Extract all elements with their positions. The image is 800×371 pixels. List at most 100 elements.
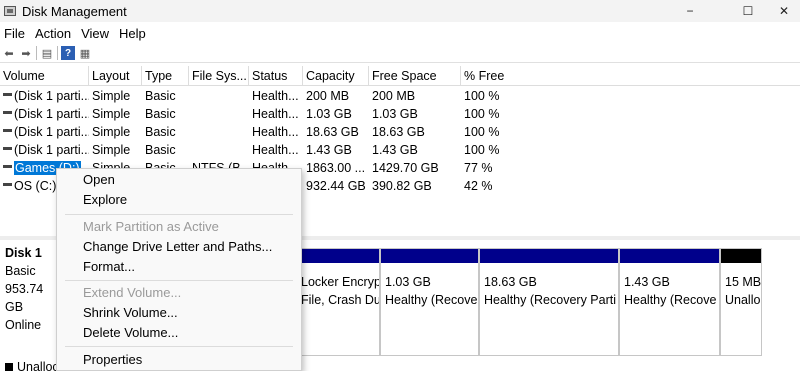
layout-cell: Simple xyxy=(92,143,131,157)
volume-name: (Disk 1 parti... xyxy=(14,125,89,139)
disk-size: 953.74 GB xyxy=(5,282,44,314)
free-space-cell: 18.63 GB xyxy=(372,125,425,139)
capacity-cell: 18.63 GB xyxy=(306,125,359,139)
menu-item-change-drive-letter[interactable]: Change Drive Letter and Paths... xyxy=(57,237,301,257)
partition-block-unallocated[interactable]: 15 MB Unallo xyxy=(720,248,762,356)
partition-bar xyxy=(381,249,478,263)
free-space-cell: 1429.70 GB xyxy=(372,161,439,175)
menu-view[interactable]: View xyxy=(77,26,115,41)
toolbar-divider xyxy=(57,46,58,60)
filesystem-cell xyxy=(189,87,249,105)
help-icon[interactable]: ? xyxy=(61,46,75,60)
volume-icon xyxy=(3,165,12,169)
unallocated-swatch-icon xyxy=(5,363,13,371)
capacity-cell: 1.43 GB xyxy=(306,143,352,157)
type-cell: Basic xyxy=(145,107,176,121)
filesystem-cell xyxy=(189,105,249,123)
column-header-layout[interactable]: Layout xyxy=(89,66,142,86)
menu-item-extend-volume: Extend Volume... xyxy=(83,285,182,300)
properties-icon[interactable]: ▦ xyxy=(78,46,92,60)
menu-file[interactable]: File xyxy=(0,26,31,41)
partition-bar xyxy=(297,249,379,263)
menu-item-properties[interactable]: Properties xyxy=(57,350,301,370)
filesystem-cell xyxy=(189,141,249,159)
partition-block[interactable]: 18.63 GB Healthy (Recovery Parti xyxy=(479,248,619,356)
table-row[interactable]: (Disk 1 parti... Simple Basic Health... … xyxy=(0,105,800,123)
menu-separator xyxy=(65,280,293,281)
volume-icon xyxy=(3,93,12,97)
volume-name: (Disk 1 parti... xyxy=(14,143,89,157)
volume-name: (Disk 1 parti... xyxy=(14,89,89,103)
capacity-cell: 1.03 GB xyxy=(306,107,352,121)
type-cell: Basic xyxy=(145,125,176,139)
menu-separator xyxy=(65,346,293,347)
layout-cell: Simple xyxy=(92,89,131,103)
volume-name: OS (C:) xyxy=(14,179,57,193)
table-row[interactable]: (Disk 1 parti... Simple Basic Health... … xyxy=(0,87,800,105)
partition-block[interactable]: 1.03 GB Healthy (Recove xyxy=(380,248,479,356)
column-header-volume[interactable]: Volume xyxy=(0,66,89,86)
partition-bar xyxy=(620,249,719,263)
free-space-cell: 1.03 GB xyxy=(372,107,418,121)
layout-cell: Simple xyxy=(92,107,131,121)
free-space-cell: 1.43 GB xyxy=(372,143,418,157)
column-header-pct-free[interactable]: % Free xyxy=(461,66,800,86)
partition-status: Healthy (Recove xyxy=(385,293,478,307)
capacity-cell: 932.44 GB xyxy=(306,179,366,193)
console-tree-icon[interactable]: ▤ xyxy=(40,46,54,60)
status-cell: Health... xyxy=(252,125,299,139)
free-space-cell: 200 MB xyxy=(372,89,416,103)
partition-size: 18.63 GB xyxy=(484,275,537,289)
volume-icon xyxy=(3,111,12,115)
menu-action[interactable]: Action xyxy=(31,26,77,41)
capacity-cell: 1863.00 ... xyxy=(306,161,366,175)
back-arrow-icon[interactable]: ⬅ xyxy=(2,46,16,60)
menu-item-format[interactable]: Format... xyxy=(57,257,301,277)
type-cell: Basic xyxy=(145,89,176,103)
partition-size: 15 MB xyxy=(725,275,761,289)
status-cell: Health... xyxy=(252,89,299,103)
toolbar: ⬅ ➡ ▤ ? ▦ xyxy=(0,44,800,63)
partition-block[interactable]: Locker Encryp File, Crash Du xyxy=(296,248,380,356)
column-header-capacity[interactable]: Capacity xyxy=(303,66,369,86)
column-header-filesystem[interactable]: File Sys... xyxy=(189,66,249,86)
toolbar-divider xyxy=(36,46,37,60)
disk-info[interactable]: Disk 1 Basic 953.74 GB Online xyxy=(0,244,62,354)
pct-free-cell: 100 % xyxy=(464,143,500,157)
layout-cell: Simple xyxy=(92,125,131,139)
close-button[interactable]: ✕ xyxy=(762,0,800,22)
menu-item-open[interactable]: Open xyxy=(57,170,301,190)
unallocated-bar xyxy=(721,249,761,263)
pct-free-cell: 42 % xyxy=(464,179,493,193)
partition-bar xyxy=(480,249,618,263)
column-header-free-space[interactable]: Free Space xyxy=(369,66,461,86)
column-header-status[interactable]: Status xyxy=(249,66,303,86)
pct-free-cell: 100 % xyxy=(464,107,500,121)
menu-help[interactable]: Help xyxy=(115,26,152,41)
pct-free-cell: 77 % xyxy=(464,161,493,175)
disk-status: Online xyxy=(5,318,42,332)
partition-block[interactable]: 1.43 GB Healthy (Recove xyxy=(619,248,720,356)
title-bar: Disk Management − ☐ ✕ xyxy=(0,0,800,22)
table-row[interactable]: (Disk 1 parti... Simple Basic Health... … xyxy=(0,123,800,141)
menu-item-explore[interactable]: Explore xyxy=(57,190,301,210)
window-title: Disk Management xyxy=(22,3,127,19)
volume-icon xyxy=(3,183,12,187)
minimize-button[interactable]: − xyxy=(668,0,712,22)
menu-separator xyxy=(65,214,293,215)
partition-status: Healthy (Recove xyxy=(624,293,717,307)
capacity-cell: 200 MB xyxy=(306,89,350,103)
menu-bar: File Action View Help xyxy=(0,22,800,44)
disk-management-icon xyxy=(4,6,16,16)
partition-size: 1.03 GB xyxy=(385,275,431,289)
menu-item-mark-active: Mark Partition as Active xyxy=(83,219,219,234)
disk-name: Disk 1 xyxy=(5,246,42,260)
forward-arrow-icon[interactable]: ➡ xyxy=(19,46,33,60)
partition-status: Unallo xyxy=(725,293,761,307)
menu-item-shrink-volume[interactable]: Shrink Volume... xyxy=(57,303,301,323)
column-header-type[interactable]: Type xyxy=(142,66,189,86)
table-row[interactable]: (Disk 1 parti... Simple Basic Health... … xyxy=(0,141,800,159)
menu-item-delete-volume[interactable]: Delete Volume... xyxy=(57,323,301,343)
volume-name: (Disk 1 parti... xyxy=(14,107,89,121)
status-cell: Health... xyxy=(252,143,299,157)
